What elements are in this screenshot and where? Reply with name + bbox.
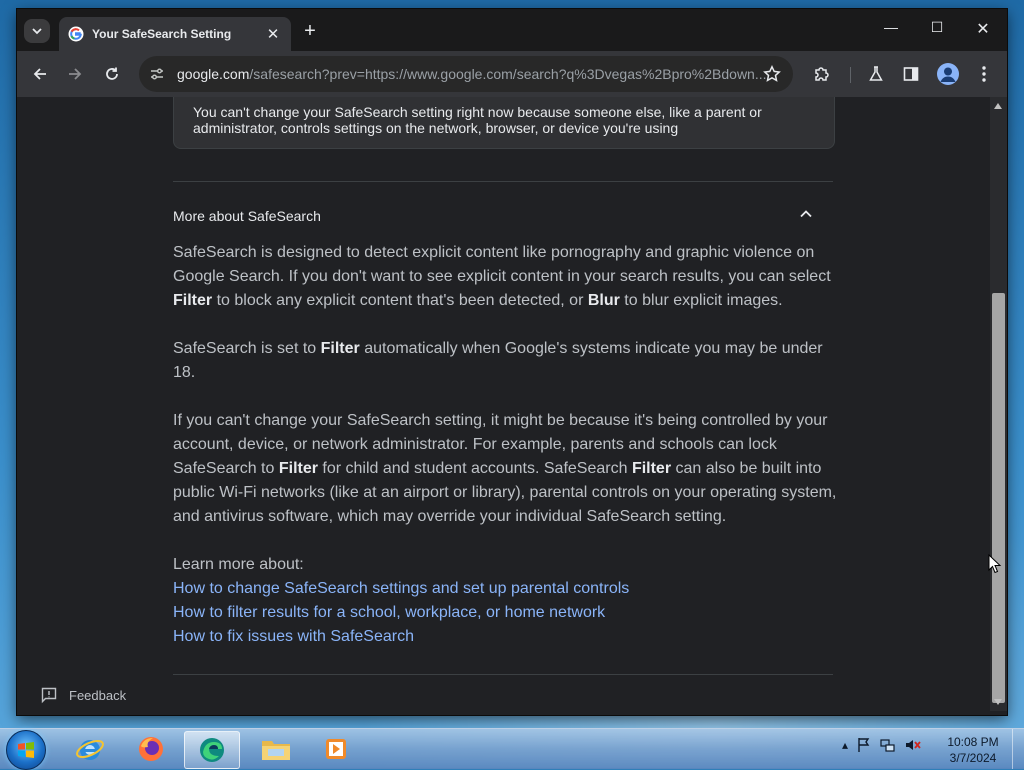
taskbar-file-explorer[interactable] [249,731,303,767]
show-desktop-button[interactable] [1012,729,1024,769]
internet-explorer-icon [76,739,104,760]
browser-tab[interactable]: Your SafeSearch Setting ✕ [59,17,291,51]
link-change-settings[interactable]: How to change SafeSearch settings and se… [173,577,629,601]
learn-more-label: Learn more about: [173,556,304,573]
p2-bold-filter: Filter [320,340,360,357]
tab-close-icon[interactable]: ✕ [265,25,281,43]
notice-text: You can't change your SafeSearch setting… [193,104,762,136]
taskbar-firefox[interactable] [124,731,178,767]
firefox-icon [139,737,163,761]
scroll-thumb[interactable] [992,293,1005,703]
tab-title: Your SafeSearch Setting [92,27,232,41]
paragraph-2: SafeSearch is set to Filter automaticall… [173,337,843,385]
system-tray: ▴ [842,737,922,753]
p3-text-c: for child and student accounts. SafeSear… [317,460,632,477]
section-title[interactable]: More about SafeSearch [173,208,321,224]
tray-expand-icon[interactable]: ▴ [842,738,848,752]
safesearch-locked-notice: You can't change your SafeSearch setting… [173,97,835,149]
paragraph-3: If you can't change your SafeSearch sett… [173,409,843,529]
chevron-up-icon[interactable] [797,205,815,223]
tab-search-button[interactable] [24,19,50,43]
p1-bold-blur: Blur [587,292,620,309]
volume-muted-icon[interactable] [904,737,922,753]
taskbar-edge[interactable] [184,731,240,769]
browser-toolbar: google.com/safesearch?prev=https://www.g… [17,51,1007,97]
network-icon[interactable] [880,737,896,753]
person-icon [940,67,956,82]
title-bar: Your SafeSearch Setting ✕ + — ☐ ✕ [17,9,1007,51]
maximize-button[interactable]: ☐ [914,19,960,36]
p1-text-d: to blur explicit images. [619,292,783,309]
side-panel-button[interactable] [900,63,922,85]
windows-logo-icon [18,742,34,758]
p1-text-c: to block any explicit content that's bee… [212,292,588,309]
page-content: You can't change your SafeSearch setting… [17,97,990,707]
chevron-down-icon [32,28,42,35]
address-bar[interactable]: google.com/safesearch?prev=https://www.g… [139,56,793,92]
url-path: /safesearch?prev=https://www.google.com/… [249,66,767,82]
address-url[interactable]: google.com/safesearch?prev=https://www.g… [177,66,767,82]
toolbar-separator [850,67,851,83]
back-button[interactable] [29,63,51,85]
p3-bold-filter-1: Filter [278,460,318,477]
extensions-button[interactable] [811,63,833,85]
scroll-down-arrow[interactable] [994,699,1002,705]
more-vert-icon [982,66,986,82]
arrow-right-icon [69,68,82,80]
clock-time: 10:08 PM [947,735,999,749]
taskbar: ▴ 10:08 PM 3/7/2024 [0,728,1024,770]
profile-avatar[interactable] [937,63,959,85]
media-player-icon [326,739,346,759]
reload-icon [106,67,118,80]
bookmark-star-icon[interactable] [763,65,781,88]
new-tab-button[interactable]: + [300,21,320,41]
puzzle-icon [815,67,829,81]
flask-icon [869,66,883,81]
link-filter-network[interactable]: How to filter results for a school, work… [173,601,605,625]
scroll-up-arrow[interactable] [994,103,1002,109]
edge-icon [200,738,224,762]
reload-button[interactable] [101,63,123,85]
url-host: google.com [177,66,250,82]
mouse-cursor-icon [988,554,1002,574]
close-window-button[interactable]: ✕ [960,19,1006,39]
minimize-button[interactable]: — [868,19,914,35]
taskbar-internet-explorer[interactable] [63,731,117,767]
arrow-left-icon [33,68,46,80]
p3-bold-filter-2: Filter [631,460,672,477]
start-button[interactable] [6,730,46,770]
action-center-flag-icon[interactable] [856,737,872,753]
taskbar-media-player[interactable] [309,731,363,767]
section-divider-bottom [173,674,833,675]
paragraph-1: SafeSearch is designed to detect explici… [173,241,843,313]
p1-text-a: SafeSearch is designed to detect explici… [173,244,831,285]
clock-date: 3/7/2024 [949,751,997,765]
labs-button[interactable] [865,63,887,85]
feedback-label: Feedback [69,687,127,703]
page-scrollbar[interactable] [990,97,1007,711]
section-divider-top [173,181,833,182]
browser-menu-button[interactable] [973,63,995,85]
feedback-button[interactable]: Feedback [40,686,126,704]
browser-window: Your SafeSearch Setting ✕ + — ☐ ✕ google… [17,9,1007,715]
feedback-icon [41,687,57,704]
side-panel-icon [903,67,919,81]
p2-text-a: SafeSearch is set to [173,340,321,357]
folder-icon [262,741,290,760]
p1-bold-filter: Filter [173,292,213,309]
link-fix-issues[interactable]: How to fix issues with SafeSearch [173,625,414,649]
forward-button[interactable] [64,63,86,85]
google-favicon-icon [68,26,84,42]
site-info-icon[interactable] [149,66,165,82]
taskbar-clock[interactable]: 10:08 PM 3/7/2024 [940,734,1006,766]
